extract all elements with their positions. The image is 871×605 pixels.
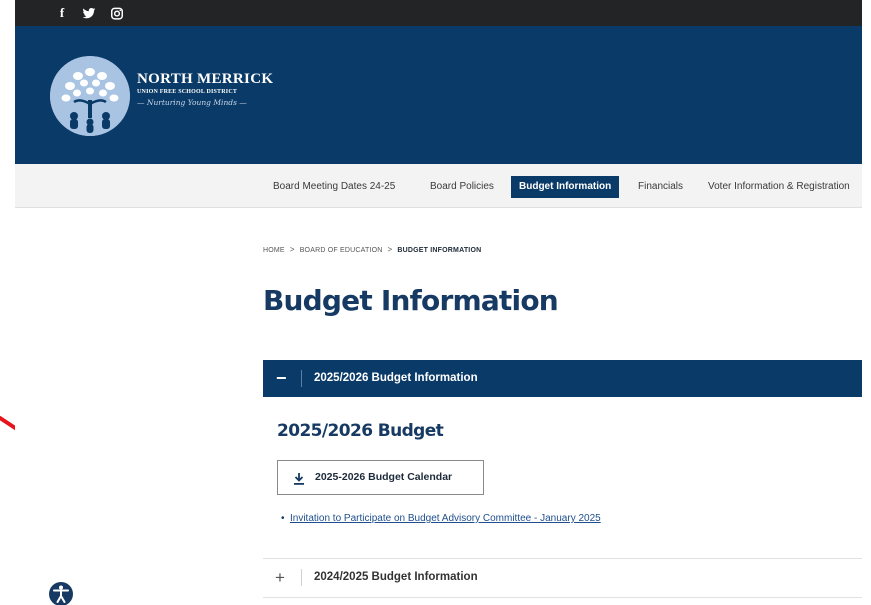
- breadcrumb-separator: >: [289, 245, 295, 254]
- left-margin: [0, 0, 15, 605]
- budget-calendar-label: 2025-2026 Budget Calendar: [315, 471, 453, 483]
- district-name: NORTH MERRICK: [137, 71, 274, 87]
- district-tagline: — Nurturing Young Minds —: [137, 98, 247, 107]
- accordion-label: 2024/2025 Budget Information: [314, 571, 478, 583]
- breadcrumb: HOME > BOARD OF EDUCATION > BUDGET INFORMATI…: [263, 245, 481, 254]
- instagram-icon[interactable]: [110, 5, 124, 21]
- nav-item-budget-information[interactable]: Budget Information: [511, 176, 620, 198]
- website: f NORTH MERRICK UNION FREE SCHOOL DISTRI…: [15, 0, 862, 605]
- facebook-icon[interactable]: f: [57, 5, 67, 21]
- accordion-divider: [301, 370, 302, 387]
- download-icon: [294, 473, 304, 485]
- breadcrumb-current: BUDGET INFORMATION: [397, 247, 482, 254]
- accordion-separator: [263, 597, 862, 598]
- collapse-icon[interactable]: −: [276, 360, 287, 397]
- nav-item-board-meeting-dates[interactable]: Board Meeting Dates 24-25: [273, 176, 395, 198]
- accordion-label: 2025/2026 Budget Information: [314, 372, 478, 384]
- tree-logo-icon[interactable]: [50, 56, 130, 136]
- accordion-divider: [301, 569, 302, 586]
- page-title: Budget Information: [263, 284, 559, 317]
- accordion-header-2025-2026[interactable]: − 2025/2026 Budget Information: [263, 360, 862, 397]
- twitter-icon[interactable]: [82, 5, 96, 21]
- district-subtitle: UNION FREE SCHOOL DISTRICT: [137, 89, 238, 95]
- breadcrumb-board-of-education[interactable]: BOARD OF EDUCATION: [300, 247, 383, 254]
- board-nav: Board Meeting Dates 24-25 Board Policies…: [15, 164, 862, 208]
- budget-advisory-invitation-link[interactable]: Invitation to Participate on Budget Advi…: [290, 513, 601, 525]
- accordion-header-2024-2025[interactable]: + 2024/2025 Budget Information: [263, 559, 862, 596]
- nav-item-financials[interactable]: Financials: [638, 176, 683, 198]
- section-title: 2025/2026 Budget: [277, 421, 444, 441]
- breadcrumb-home[interactable]: HOME: [263, 247, 285, 254]
- expand-icon[interactable]: +: [275, 559, 285, 596]
- nav-item-voter-information[interactable]: Voter Information & Registration: [708, 176, 850, 198]
- accessibility-icon[interactable]: [48, 581, 74, 605]
- site-header: NORTH MERRICK UNION FREE SCHOOL DISTRICT…: [15, 26, 862, 164]
- social-bar: f: [15, 0, 862, 26]
- nav-item-board-policies[interactable]: Board Policies: [430, 176, 494, 198]
- list-bullet: •: [281, 513, 285, 524]
- budget-calendar-button[interactable]: 2025-2026 Budget Calendar: [277, 460, 484, 495]
- breadcrumb-separator: >: [387, 245, 393, 254]
